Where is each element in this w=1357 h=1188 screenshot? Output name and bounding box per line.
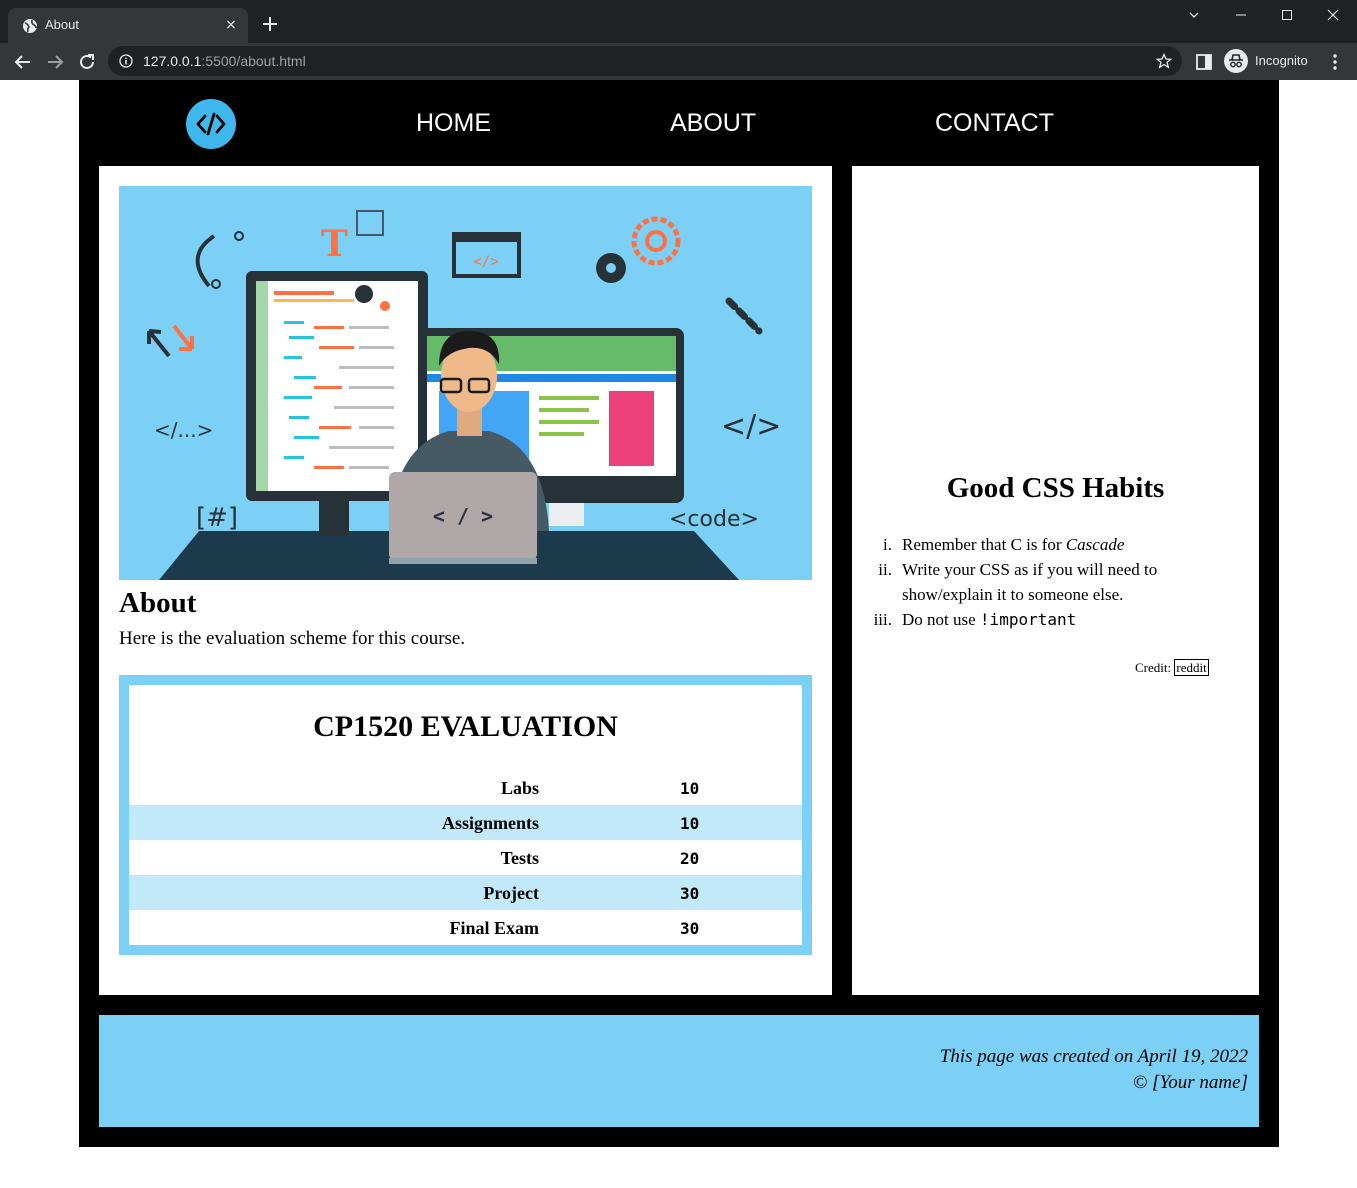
credit-link[interactable]: reddit [1174,659,1209,676]
site-logo[interactable] [186,99,236,149]
tab-search-button[interactable] [1171,0,1217,30]
row-weight: 30 [680,884,700,903]
url-host: 127.0.0.1 [143,53,202,69]
created-date: This page was created on April 19, 2022 [939,1046,1248,1067]
info-icon[interactable] [119,54,133,68]
tip-text: Do not use [902,610,980,629]
sidebar-heading: Good CSS Habits [946,472,1165,504]
credit-line: Credit: reddit [1135,659,1209,676]
more-menu-icon[interactable] [1326,52,1344,72]
site-nav: HOME ABOUT CONTACT [79,80,1279,166]
incognito-label: Incognito [1255,53,1308,68]
nav-link-contact[interactable]: CONTACT [935,109,1054,138]
address-bar[interactable]: 127.0.0.1:5500/about.html [108,46,1182,76]
url-text: 127.0.0.1:5500/about.html [143,53,306,69]
new-tab-icon[interactable] [260,14,280,34]
tag-label: </> [721,409,781,444]
code-brackets-icon [196,112,226,136]
table-row: Assignments 10 [129,805,802,840]
tab-title: About [45,17,79,32]
row-item: Labs [500,778,539,798]
browser-toolbar: 127.0.0.1:5500/about.html Incognito [0,43,1357,80]
row-weight: 30 [680,919,700,938]
close-icon [1327,9,1339,21]
row-item: Final Exam [449,918,539,938]
row-item: Project [483,883,539,903]
evaluation-table-frame: CP1520 EVALUATION Labs 10 Assignments 10… [119,675,812,955]
sidebar: Good CSS Habits i. Remember that C is fo… [852,166,1259,995]
reload-icon[interactable] [75,50,99,74]
about-intro: Here is the evaluation scheme for this c… [119,628,466,649]
nav-link-home[interactable]: HOME [416,109,491,138]
minimize-icon [1236,14,1246,16]
table-row: Project 30 [129,875,802,910]
nav-link-about[interactable]: ABOUT [670,109,756,138]
hash-label: [#] [196,503,238,533]
browser-tab-strip: About × [0,0,1357,43]
about-heading: About [119,587,197,619]
list-text: Write your CSS as if you will need to sh… [902,560,1158,604]
forward-arrow-icon[interactable] [43,50,67,74]
tip-emphasis: Cascade [1065,535,1125,554]
tab-close-icon[interactable]: × [222,16,240,34]
row-weight: 20 [680,849,700,868]
laptop-code-label: < / > [433,504,493,528]
url-path: :5500/about.html [201,53,306,69]
back-arrow-icon[interactable] [11,50,35,74]
row-weight: 10 [680,814,700,833]
copyright: © [Your name] [1132,1072,1248,1093]
tip-code: !important [979,610,1077,629]
main-content: < / > T </> </...> [#] </> <code> About … [99,166,832,995]
site-footer: This page was created on April 19, 2022 … [99,1015,1259,1127]
bookmark-star-icon[interactable] [1156,53,1172,69]
browser-tab[interactable]: About × [8,8,248,43]
evaluation-caption: CP1520 EVALUATION [313,710,618,743]
table-row: Tests 20 [129,840,802,875]
developer-illustration: < / > T </> </...> [#] </> <code> [147,210,781,580]
page-wrapper: HOME ABOUT CONTACT < / > T </> </...> [#… [79,80,1279,1147]
chevron-down-icon [1189,12,1199,18]
tip-text: Remember that C is for [902,535,1066,554]
list-number: ii. [878,560,892,579]
side-panel-icon[interactable] [1195,53,1213,71]
list-number: i. [883,535,892,554]
credit-label: Credit: [1135,660,1172,675]
row-item: Assignments [441,813,539,833]
text-tool-label: T [321,223,348,265]
maximize-button[interactable] [1264,0,1310,30]
list-text: Remember that C is for Cascade [902,532,1192,557]
incognito-profile-button[interactable]: Incognito [1224,49,1312,73]
row-item: Tests [500,848,539,868]
window-code-label: </> [473,254,498,270]
ellipsis-tag-label: </...> [154,418,213,442]
table-row: Labs 10 [129,770,802,805]
globe-icon [23,19,37,33]
close-window-button[interactable] [1310,0,1356,30]
list-text: Do not use !important [902,607,1192,632]
hero-illustration: < / > T </> </...> [#] </> <code> [119,186,812,580]
code-label: <code> [669,507,759,532]
row-weight: 10 [680,779,700,798]
table-row: Final Exam 30 [129,910,802,945]
list-number: iii. [873,610,892,629]
incognito-icon [1224,49,1248,73]
minimize-button[interactable] [1218,0,1264,30]
evaluation-table: CP1520 EVALUATION Labs 10 Assignments 10… [129,685,802,945]
maximize-icon [1282,10,1292,20]
